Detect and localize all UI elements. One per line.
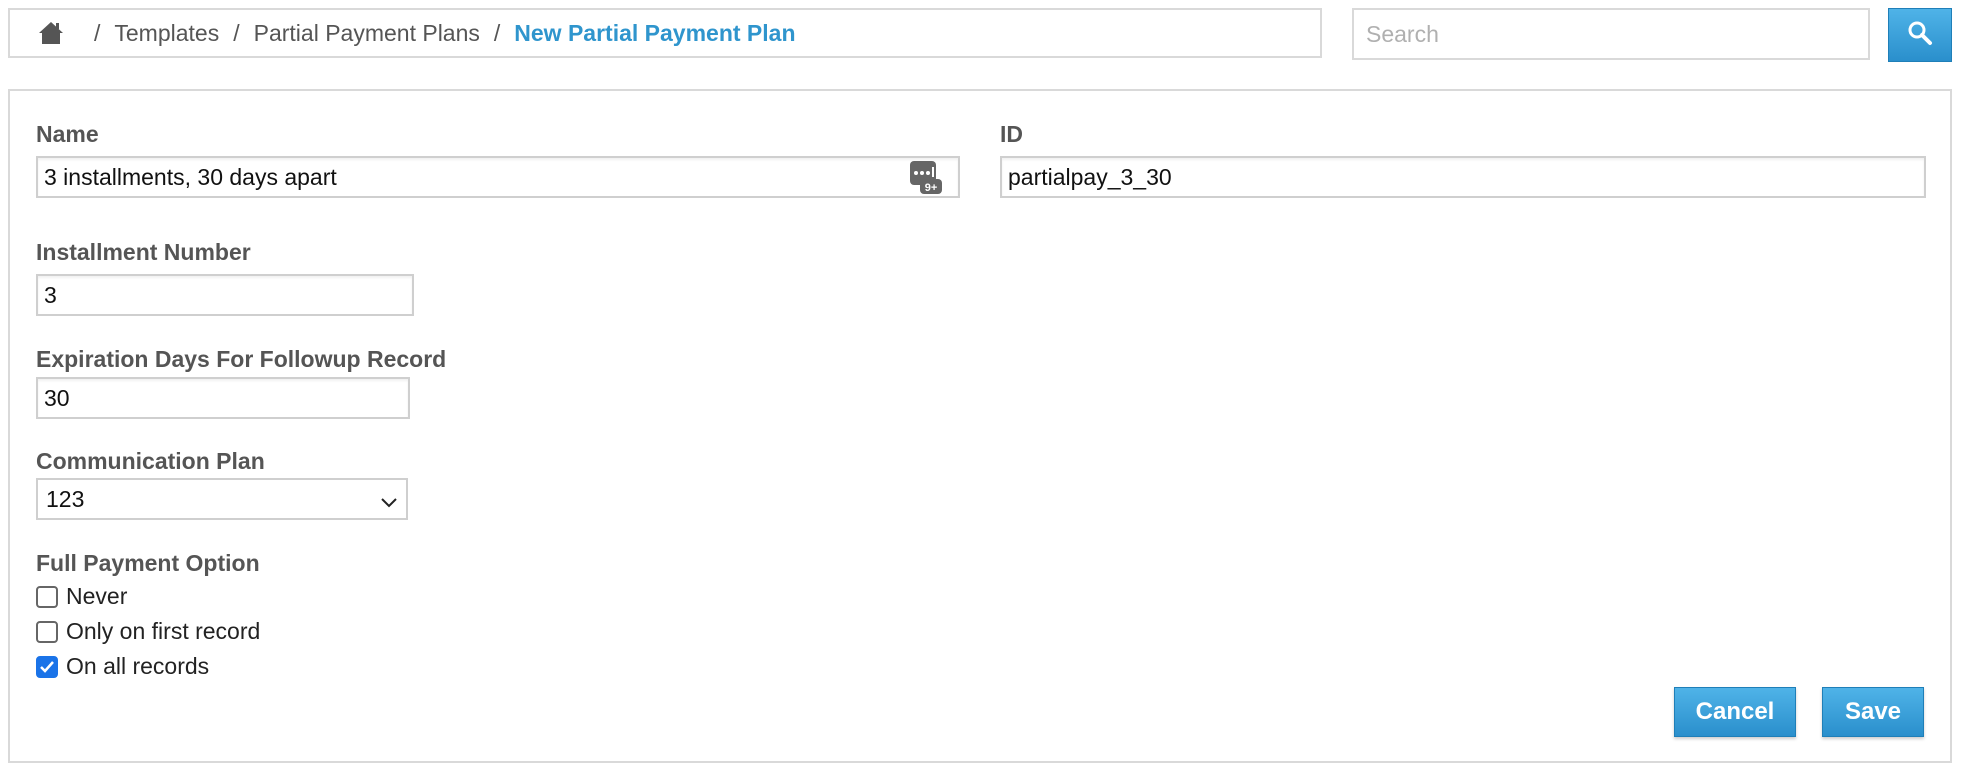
option-never[interactable]: Never [36,583,127,610]
communication-plan-label: Communication Plan [36,448,265,474]
id-label: ID [1000,121,1023,147]
breadcrumb-separator: / [493,19,501,46]
breadcrumb-item-partial-payment-plans[interactable]: Partial Payment Plans [254,20,480,47]
svg-text:9+: 9+ [925,182,938,194]
breadcrumb-separator: / [94,19,101,46]
chevron-down-icon [380,490,398,508]
option-only-on-first-record[interactable]: Only on first record [36,618,260,645]
name-label: Name [36,121,99,147]
checkbox-never[interactable] [36,585,58,608]
installment-number-field[interactable] [36,274,414,316]
breadcrumb-current: New Partial Payment Plan [514,19,796,46]
installment-number-label: Installment Number [36,239,251,265]
top-bar: / Templates / Partial Payment Plans / Ne… [0,0,1962,86]
checkbox-only-on-first-record[interactable] [36,620,58,643]
cancel-button[interactable]: Cancel [1674,687,1796,737]
placeholder-insert-icon[interactable]: 9+ [908,159,942,195]
option-only-on-first-record-label: Only on first record [66,618,261,644]
checkmark-icon [40,660,54,673]
communication-plan-value: 123 [46,485,85,512]
option-on-all-records[interactable]: On all records [36,653,209,680]
option-on-all-records-label: On all records [66,653,210,679]
search-input[interactable] [1352,8,1870,60]
communication-plan-select[interactable]: 123 [36,478,408,520]
home-icon[interactable] [38,20,64,46]
form-panel: Name 9+ ID Installment Number Expiration… [8,89,1952,763]
id-field[interactable] [1000,156,1926,198]
expiration-days-field[interactable] [36,377,410,419]
option-never-label: Never [66,583,128,609]
breadcrumb-separator: / [233,19,240,46]
breadcrumb: / Templates / Partial Payment Plans / Ne… [8,8,1322,58]
search-icon [1907,20,1933,51]
name-field[interactable] [36,156,960,198]
save-button[interactable]: Save [1822,687,1924,737]
full-payment-option-label: Full Payment Option [36,550,260,576]
checkbox-on-all-records[interactable] [36,655,58,678]
breadcrumb-item-templates[interactable]: Templates [114,20,219,47]
expiration-days-label: Expiration Days For Followup Record [36,346,447,372]
search-button[interactable] [1888,8,1952,62]
